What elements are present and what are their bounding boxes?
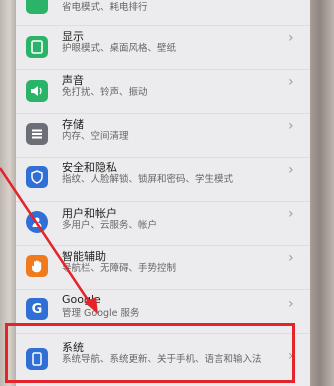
highlight-box [5,323,295,383]
chevron-right-icon: › [288,206,294,222]
display-icon [26,36,48,58]
settings-item-subtitle: 护眼模式、桌面风格、壁纸 [62,43,177,54]
battery-icon [26,0,48,14]
storage-icon [26,123,48,145]
settings-item-title: 安全和隐私 [62,161,117,174]
device-frame-right [310,0,334,386]
settings-item-battery[interactable]: 省电模式、耗电排行 [16,0,310,26]
settings-item-subtitle: 导航栏、无障碍、手势控制 [62,263,177,274]
google-icon: G [26,298,48,320]
settings-item-security[interactable]: 安全和隐私 指纹、人脸解锁、锁屏和密码、学生模式 › [16,158,310,202]
chevron-right-icon: › [288,30,294,46]
chevron-right-icon: › [288,296,294,312]
settings-item-subtitle: 多用户、云服务、帐户 [62,220,158,231]
chevron-right-icon: › [288,162,294,178]
settings-item-title: 用户和帐户 [62,207,117,220]
settings-item-users-accounts[interactable]: 用户和帐户 多用户、云服务、帐户 › [16,202,310,246]
settings-item-display[interactable]: 显示 护眼模式、桌面风格、壁纸 › [16,26,310,70]
settings-item-subtitle: 省电模式、耗电排行 [62,2,148,13]
settings-item-title: 声音 [62,74,84,87]
settings-item-subtitle: 内存、空间清理 [62,131,129,142]
user-icon [26,211,48,233]
settings-item-subtitle: 管理 Google 服务 [62,308,140,319]
settings-item-title: Google [62,293,101,306]
sound-icon [26,80,48,102]
chevron-right-icon: › [288,118,294,134]
chevron-right-icon: › [288,74,294,90]
settings-item-subtitle: 指纹、人脸解锁、锁屏和密码、学生模式 [62,174,234,185]
hand-icon [26,255,48,277]
settings-item-sound[interactable]: 声音 免打扰、铃声、振动 › [16,70,310,114]
settings-item-storage[interactable]: 存储 内存、空间清理 › [16,114,310,158]
settings-item-smart-assist[interactable]: 智能辅助 导航栏、无障碍、手势控制 › [16,246,310,290]
settings-item-subtitle: 免打扰、铃声、振动 [62,87,148,98]
chevron-right-icon: › [288,250,294,266]
settings-item-title: 存储 [62,118,84,131]
settings-item-title: 显示 [62,30,84,43]
settings-item-title: 智能辅助 [62,250,106,263]
shield-icon [26,166,48,188]
